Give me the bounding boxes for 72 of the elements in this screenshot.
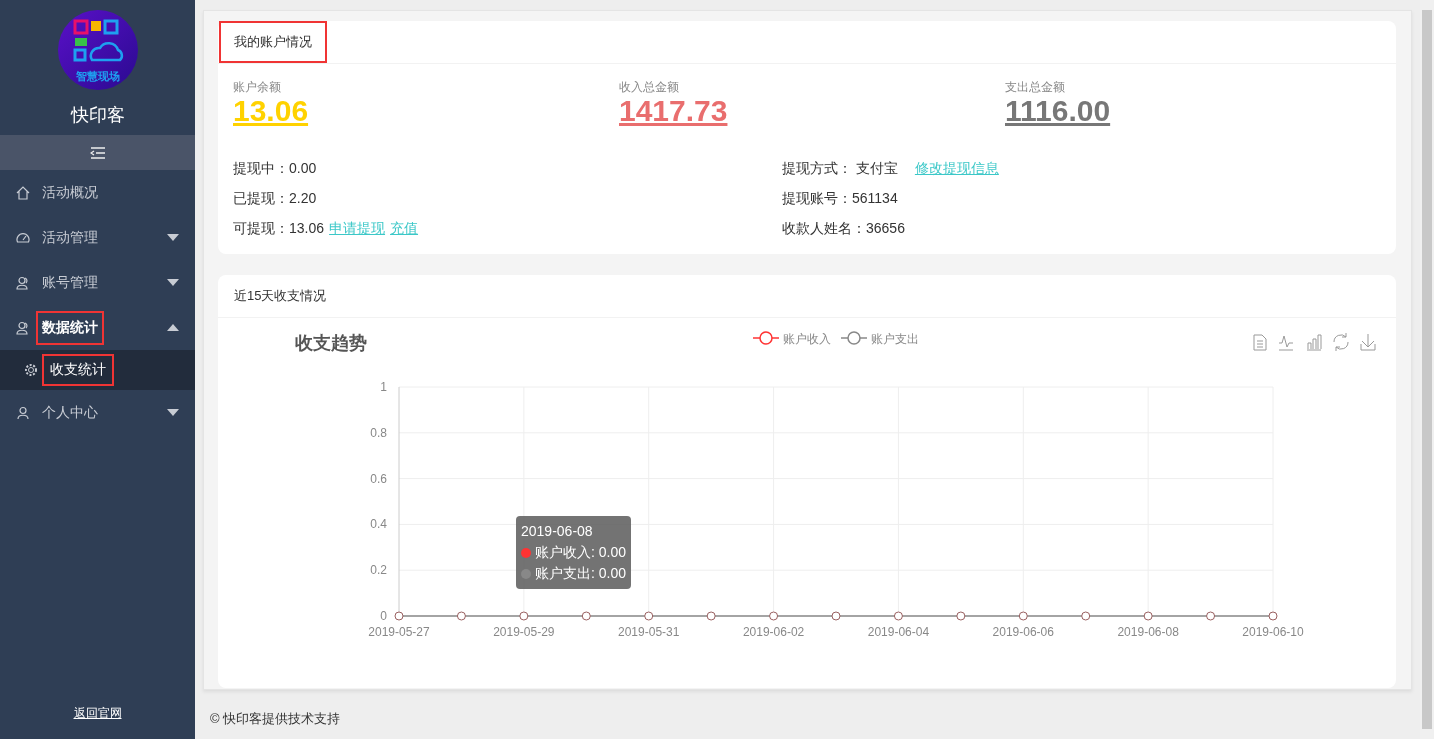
detail-text: 提现方式： 支付宝 — [782, 160, 898, 178]
copyright-text: © 快印客提供技术支持 — [209, 710, 342, 728]
back-to-site-link[interactable]: 返回官网 — [73, 706, 122, 720]
person-icon — [16, 405, 30, 420]
axis-label: 0 — [380, 609, 387, 623]
data-point[interactable] — [644, 611, 654, 621]
data-point[interactable] — [1018, 611, 1028, 621]
menu-item[interactable]: 数据统计 — [0, 305, 195, 350]
user-icon — [16, 275, 30, 290]
stat-value: 13.06 — [233, 94, 309, 128]
detail-text: 可提现：13.06 — [233, 220, 325, 238]
card-title: 我的账户情况 — [219, 21, 327, 63]
data-point[interactable] — [769, 611, 779, 621]
submenu-item[interactable]: 收支统计 — [0, 350, 195, 390]
data-point[interactable] — [456, 611, 466, 621]
axis-label: 1 — [380, 380, 387, 394]
data-point[interactable] — [893, 611, 903, 621]
legend-item[interactable]: 账户支出 — [840, 331, 919, 346]
home-icon — [16, 185, 30, 200]
caret-icon — [167, 279, 179, 286]
data-point[interactable] — [831, 611, 841, 621]
gauge-icon — [16, 230, 30, 245]
axis-label: 0.8 — [370, 425, 387, 440]
menu-item[interactable]: 个人中心 — [0, 390, 195, 435]
gear-icon — [24, 363, 38, 377]
logo-drawing: 智慧现场 — [57, 10, 138, 90]
detail-text: 已提现：2.20 — [233, 190, 317, 208]
axis-label: 2019-06-10 — [1242, 625, 1304, 639]
caret-icon — [167, 409, 179, 416]
axis-label: 0.2 — [370, 563, 387, 578]
axis-label: 2019-06-02 — [742, 625, 805, 639]
chart-tooltip: 2019-06-08 账户收入: 0.00 账户支出: 0.00 — [516, 516, 632, 589]
refresh-icon[interactable] — [1333, 332, 1349, 352]
stat-label: 支出总金额 — [1005, 80, 1066, 94]
brand-name: 快印客 — [69, 104, 126, 126]
chart-title: 收支趋势 — [295, 333, 367, 353]
axis-label: 0.4 — [370, 517, 387, 532]
user-icon — [16, 320, 30, 335]
card-title: 近15天收支情况 — [233, 287, 328, 305]
data-point[interactable] — [1081, 611, 1091, 621]
data-point[interactable] — [1268, 611, 1278, 621]
scrollbar[interactable] — [1420, 0, 1434, 739]
data-point[interactable] — [1206, 611, 1216, 621]
menu-icon — [89, 146, 106, 159]
axis-label: 2019-06-06 — [992, 625, 1054, 639]
data-point[interactable] — [706, 611, 716, 621]
download-icon[interactable] — [1360, 333, 1376, 351]
stat-label: 账户余额 — [233, 80, 282, 94]
detail-text: 提现中：0.00 — [233, 160, 317, 178]
data-point[interactable] — [581, 611, 591, 621]
data-point[interactable] — [519, 611, 529, 621]
axis-label: 2019-05-27 — [368, 625, 430, 639]
stat-value: 1417.73 — [619, 94, 728, 128]
detail-text: 提现账号：561134 — [782, 190, 898, 208]
axis-label: 2019-05-29 — [493, 625, 555, 639]
stat-value: 1116.00 — [1005, 94, 1111, 128]
menu-item[interactable]: 账号管理 — [0, 260, 195, 305]
detail-text: 收款人姓名：36656 — [782, 220, 905, 238]
caret-icon — [167, 324, 179, 331]
data-point[interactable] — [394, 611, 404, 621]
legend-item[interactable]: 账户收入 — [752, 331, 831, 346]
menu-item[interactable]: 活动概况 — [0, 170, 195, 215]
data-point[interactable] — [1143, 611, 1153, 621]
menu-item[interactable]: 活动管理 — [0, 215, 195, 260]
data-point[interactable] — [956, 611, 966, 621]
axis-label: 2019-06-04 — [867, 625, 930, 639]
stat-label: 收入总金额 — [619, 80, 680, 94]
axis-label: 0.6 — [370, 471, 387, 486]
line-chart-icon[interactable] — [1278, 335, 1294, 351]
axis-label: 2019-06-08 — [1117, 625, 1179, 639]
axis-label: 2019-05-31 — [618, 625, 680, 639]
caret-icon — [167, 234, 179, 241]
